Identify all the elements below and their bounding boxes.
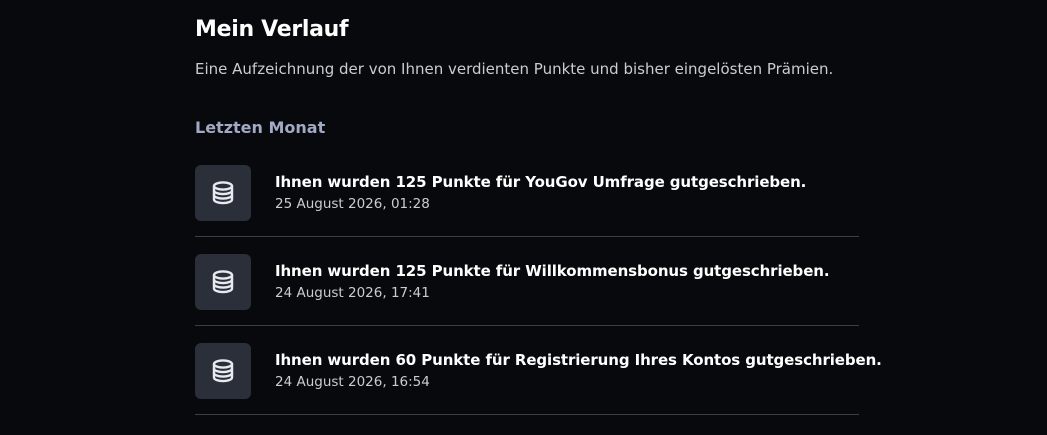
list-item-title: Ihnen wurden 125 Punkte für Willkommensb…: [275, 262, 830, 280]
coins-icon: [195, 165, 251, 221]
section-heading-last-month: Letzten Monat: [195, 118, 326, 137]
list-item: Ihnen wurden 125 Punkte für YouGov Umfra…: [195, 148, 859, 237]
history-list: Ihnen wurden 125 Punkte für YouGov Umfra…: [195, 148, 882, 415]
page-title: Mein Verlauf: [195, 17, 349, 42]
list-item: Ihnen wurden 125 Punkte für Willkommensb…: [195, 237, 859, 326]
coins-icon: [195, 343, 251, 399]
list-item: Ihnen wurden 60 Punkte für Registrierung…: [195, 326, 882, 415]
list-item-date: 25 August 2026, 01:28: [275, 196, 430, 212]
history-page: Mein Verlauf Eine Aufzeichnung der von I…: [0, 0, 1047, 435]
list-item-title: Ihnen wurden 60 Punkte für Registrierung…: [275, 351, 882, 369]
page-subtitle: Eine Aufzeichnung der von Ihnen verdient…: [195, 60, 834, 78]
list-item-date: 24 August 2026, 16:54: [275, 374, 430, 390]
list-item-title: Ihnen wurden 125 Punkte für YouGov Umfra…: [275, 173, 807, 191]
coins-icon: [195, 254, 251, 310]
list-item-date: 24 August 2026, 17:41: [275, 285, 430, 301]
